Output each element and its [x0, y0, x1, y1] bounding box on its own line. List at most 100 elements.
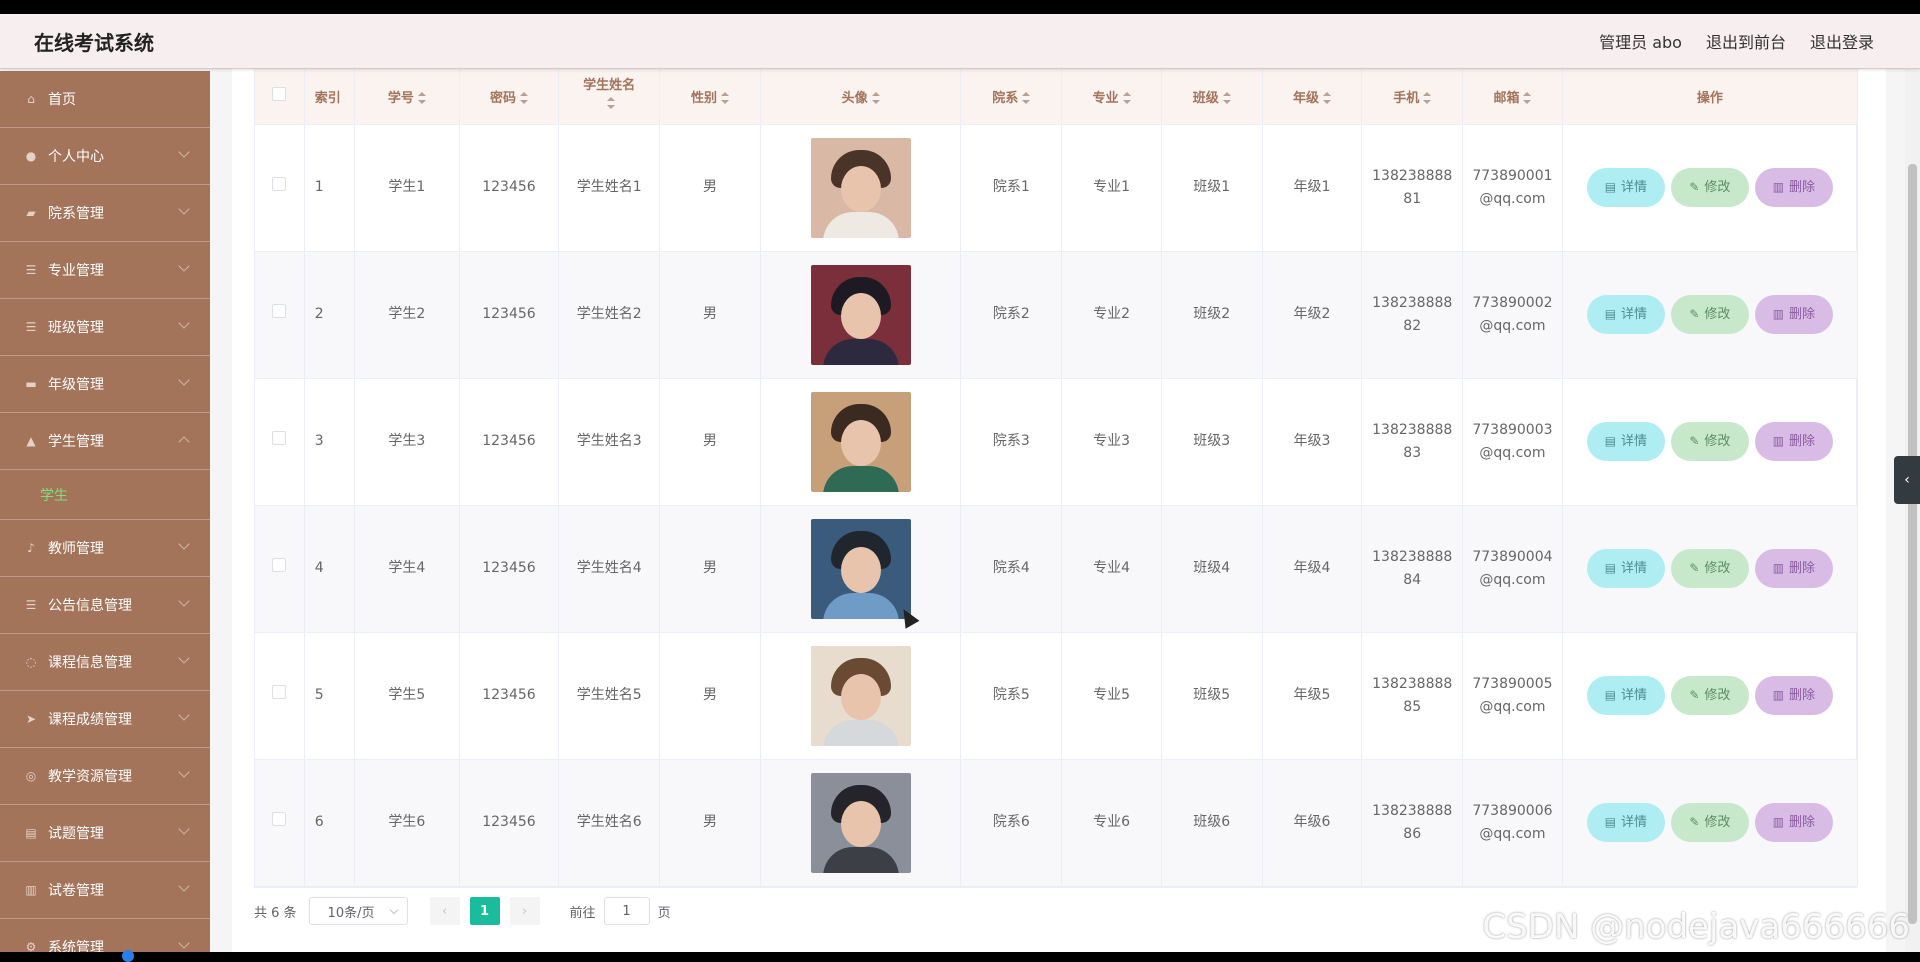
- edit-button[interactable]: ✎ 修改: [1670, 549, 1749, 588]
- header-department[interactable]: 院系: [960, 69, 1063, 125]
- sidebar-item[interactable]: ☰ 班级管理: [0, 299, 210, 356]
- row-checkbox[interactable]: [272, 431, 287, 445]
- edit-button[interactable]: ✎ 修改: [1670, 295, 1749, 334]
- header-student-name[interactable]: 学生姓名: [558, 69, 661, 125]
- sort-icon[interactable]: [519, 92, 528, 105]
- delete-button[interactable]: ▥ 删除: [1754, 295, 1833, 334]
- cell-grade: 年级4: [1262, 505, 1363, 633]
- sidebar-item[interactable]: ◌ 课程信息管理: [0, 634, 210, 691]
- delete-button-label: 删除: [1789, 180, 1816, 195]
- sidebar-item[interactable]: ☰ 专业管理: [0, 242, 210, 299]
- header-major[interactable]: 专业: [1061, 69, 1162, 125]
- select-all-header[interactable]: [255, 69, 305, 125]
- sort-icon[interactable]: [607, 97, 616, 109]
- sidebar-subitem-student[interactable]: 学生: [0, 470, 210, 520]
- sort-icon[interactable]: [417, 92, 426, 105]
- header-index: 索引: [304, 69, 356, 125]
- header-phone[interactable]: 手机: [1361, 69, 1464, 125]
- goto-page-input[interactable]: 1: [603, 897, 650, 925]
- detail-button[interactable]: ▤ 详情: [1586, 295, 1665, 334]
- header-password[interactable]: 密码: [459, 69, 560, 125]
- sidebar-item[interactable]: ▬ 年级管理: [0, 356, 210, 413]
- delete-button[interactable]: ▥ 删除: [1754, 676, 1833, 715]
- sidebar-item[interactable]: ♪ 教师管理: [0, 520, 210, 577]
- sort-icon[interactable]: [1423, 92, 1432, 105]
- sort-icon[interactable]: [721, 92, 730, 105]
- cell-major: 专业2: [1061, 251, 1162, 379]
- avatar-face: [840, 292, 881, 339]
- delete-button[interactable]: ▥ 删除: [1754, 549, 1833, 588]
- edit-button[interactable]: ✎ 修改: [1670, 676, 1749, 715]
- sort-icon[interactable]: [1323, 92, 1331, 105]
- select-all-checkbox[interactable]: [272, 87, 287, 102]
- next-page-button[interactable]: ›: [509, 897, 540, 925]
- pencil-icon: ✎: [1689, 815, 1700, 829]
- sort-icon[interactable]: [1122, 92, 1131, 105]
- menu-icon: ☰: [25, 598, 37, 612]
- header-avatar[interactable]: 头像: [760, 69, 962, 125]
- header-class[interactable]: 班级: [1161, 69, 1263, 125]
- detail-button[interactable]: ▤ 详情: [1586, 676, 1665, 715]
- sidebar-item[interactable]: ➤ 课程成绩管理: [0, 691, 210, 748]
- sidebar-item[interactable]: ☰ 公告信息管理: [0, 577, 210, 634]
- detail-button[interactable]: ▤ 详情: [1586, 168, 1665, 207]
- header-grade-label: 年级: [1292, 90, 1319, 106]
- collapse-side-tab[interactable]: ‹: [1894, 456, 1920, 504]
- delete-button[interactable]: ▥ 删除: [1754, 803, 1833, 842]
- edit-button[interactable]: ✎ 修改: [1670, 168, 1749, 207]
- sidebar-item[interactable]: ⚙ 系统管理: [0, 919, 210, 952]
- page-size-value: 10条/页: [327, 905, 375, 921]
- go-front-link[interactable]: 退出到前台: [1706, 29, 1786, 53]
- sidebar-item[interactable]: ▲ 学生管理: [0, 413, 210, 470]
- chevron-down-icon: [178, 203, 190, 215]
- trash-icon: ▥: [1772, 180, 1785, 194]
- prev-page-button[interactable]: ‹: [429, 897, 460, 925]
- sidebar-item[interactable]: ● 个人中心: [0, 128, 210, 185]
- row-checkbox[interactable]: [272, 177, 287, 191]
- cell-phone: 138238888 83: [1361, 378, 1464, 506]
- sidebar-item[interactable]: ▤ 试题管理: [0, 805, 210, 862]
- detail-button[interactable]: ▤ 详情: [1586, 803, 1665, 842]
- phone-line-1: 138238888: [1372, 675, 1453, 692]
- sort-icon[interactable]: [1022, 92, 1031, 105]
- email-line-1: 773890006: [1472, 802, 1553, 819]
- header-gender[interactable]: 性别: [659, 69, 761, 125]
- cell-gender: 男: [659, 505, 761, 633]
- sidebar-item[interactable]: ⌂ 首页: [0, 71, 210, 128]
- header-student-no[interactable]: 学号: [354, 69, 460, 125]
- avatar-face: [840, 546, 881, 593]
- sidebar-item[interactable]: ◎ 教学资源管理: [0, 748, 210, 805]
- sort-icon[interactable]: [1523, 92, 1532, 105]
- row-checkbox[interactable]: [272, 685, 287, 699]
- cell-password: 123456: [459, 251, 560, 379]
- header-email[interactable]: 邮箱: [1462, 69, 1563, 125]
- page-size-select[interactable]: 10条/页: [308, 897, 408, 925]
- logout-link[interactable]: 退出登录: [1810, 29, 1874, 53]
- admin-user-label[interactable]: 管理员 abo: [1599, 29, 1682, 53]
- row-checkbox[interactable]: [272, 304, 287, 318]
- sidebar-item[interactable]: ▥ 试卷管理: [0, 862, 210, 919]
- edit-button[interactable]: ✎ 修改: [1670, 803, 1749, 842]
- detail-button[interactable]: ▤ 详情: [1586, 422, 1665, 461]
- row-checkbox[interactable]: [272, 812, 287, 826]
- page-number-current[interactable]: 1: [469, 897, 500, 925]
- sort-icon[interactable]: [1222, 92, 1231, 105]
- delete-button[interactable]: ▥ 删除: [1754, 168, 1833, 207]
- trash-icon: ▥: [1772, 307, 1785, 321]
- globe-icon: ◎: [25, 769, 37, 783]
- cell-gender: 男: [659, 759, 761, 887]
- row-select-cell: [255, 251, 305, 379]
- detail-button[interactable]: ▤ 详情: [1586, 549, 1665, 588]
- delete-button[interactable]: ▥ 删除: [1754, 422, 1833, 461]
- scrollbar-thumb[interactable]: [1908, 164, 1917, 924]
- cell-gender: 男: [659, 378, 761, 506]
- edit-button[interactable]: ✎ 修改: [1670, 422, 1749, 461]
- sidebar-item[interactable]: ▰ 院系管理: [0, 185, 210, 242]
- chevron-left-icon: ‹: [441, 903, 448, 919]
- row-checkbox[interactable]: [272, 558, 287, 572]
- header-grade[interactable]: 年级: [1262, 69, 1363, 125]
- sort-icon[interactable]: [871, 92, 880, 105]
- app-title: 在线考试系统: [34, 30, 154, 55]
- graduate-icon: ▲: [26, 434, 36, 448]
- cell-password: 123456: [459, 124, 560, 252]
